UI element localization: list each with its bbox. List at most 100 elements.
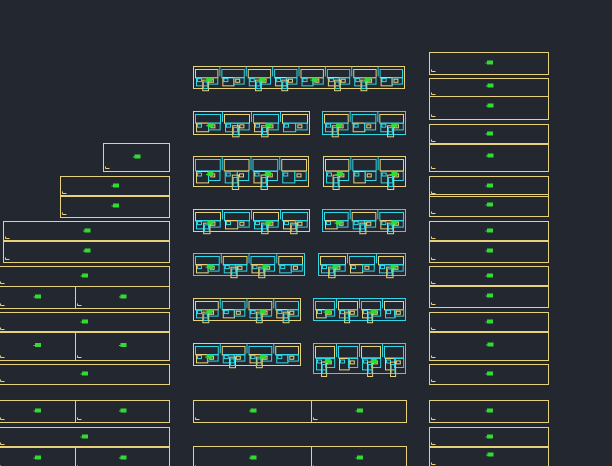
label-marker-icon <box>363 77 371 82</box>
fixture <box>381 78 387 83</box>
fixture <box>239 124 245 129</box>
room-outline <box>233 77 245 85</box>
room-outline <box>281 159 307 172</box>
fixture <box>280 265 286 270</box>
label-marker-icon <box>355 408 363 413</box>
label-marker-icon <box>369 309 377 314</box>
label-marker-icon <box>205 264 213 269</box>
fixture <box>289 310 295 315</box>
label-marker-icon <box>133 154 141 159</box>
sheet-frame <box>193 400 407 423</box>
room-outline <box>295 122 308 131</box>
label-marker-icon <box>331 264 339 269</box>
cad-drawing-canvas[interactable] <box>0 0 612 466</box>
label-marker-icon <box>33 455 41 460</box>
room-outline <box>362 264 375 272</box>
label-marker-icon <box>389 220 398 225</box>
fixture <box>283 172 289 177</box>
fixture <box>381 172 387 177</box>
room-outline <box>195 256 220 266</box>
room-outline <box>275 346 299 356</box>
fixture <box>302 78 308 83</box>
room-outline <box>250 256 276 266</box>
room-outline <box>353 69 377 79</box>
label-marker-icon <box>205 309 213 314</box>
room-outline <box>364 122 377 131</box>
room-outline <box>325 159 350 172</box>
fixture <box>326 123 331 128</box>
label-marker-icon <box>119 455 127 460</box>
label-marker-icon <box>119 343 127 347</box>
fixture <box>292 265 298 270</box>
room-outline <box>361 301 381 311</box>
label-marker-icon <box>33 294 41 299</box>
label-marker-icon <box>119 294 127 299</box>
label-marker-icon <box>33 343 41 347</box>
fixture <box>327 172 332 177</box>
sheet-frame <box>0 400 170 423</box>
room-outline <box>324 114 349 124</box>
label-marker-icon <box>258 309 267 314</box>
fixture <box>197 123 202 128</box>
fixture <box>363 310 368 315</box>
fixture <box>395 360 401 365</box>
sheet-frame <box>0 446 170 466</box>
fixture <box>223 310 229 315</box>
room-outline <box>274 69 298 79</box>
label-marker-icon <box>119 408 127 413</box>
label-marker-icon <box>485 183 493 188</box>
label-marker-icon <box>310 77 318 82</box>
fixture <box>364 265 370 270</box>
fixture <box>226 123 231 128</box>
fixture <box>284 123 289 128</box>
room-outline <box>351 114 377 124</box>
fixture <box>340 310 345 315</box>
room-outline <box>326 69 351 79</box>
fixture <box>197 310 202 315</box>
room-outline <box>290 264 303 272</box>
room-outline <box>315 346 335 359</box>
room-outline <box>391 77 403 85</box>
fixture <box>322 265 327 270</box>
label-marker-icon <box>485 319 493 324</box>
label-marker-icon <box>485 293 493 298</box>
room-outline <box>287 354 299 362</box>
fixture <box>353 221 359 226</box>
label-marker-icon <box>264 220 272 225</box>
fixture <box>317 359 322 364</box>
label-marker-icon <box>486 103 494 108</box>
room-outline <box>282 114 308 124</box>
fixture <box>366 124 372 129</box>
fixture <box>225 172 231 177</box>
label-marker-icon <box>485 248 493 253</box>
fixture <box>197 355 202 360</box>
room-outline <box>378 256 404 266</box>
label-marker-icon <box>485 131 493 136</box>
fixture <box>349 360 355 365</box>
room-outline <box>275 301 299 311</box>
room-outline <box>195 301 219 311</box>
fixture <box>354 172 360 177</box>
label-marker-icon <box>485 371 493 376</box>
fixture <box>393 78 399 83</box>
sheet-frame <box>0 286 170 309</box>
room-outline <box>223 159 250 172</box>
label-marker-icon <box>334 220 342 225</box>
label-marker-icon <box>486 342 494 347</box>
fixture <box>366 173 372 178</box>
fixture <box>381 123 387 128</box>
fixture <box>197 172 202 177</box>
room-outline <box>195 212 221 222</box>
label-marker-icon <box>33 408 41 413</box>
fixture <box>250 310 256 315</box>
label-marker-icon <box>485 202 493 207</box>
fixture <box>386 359 391 364</box>
label-marker-icon <box>80 273 88 278</box>
room-outline <box>379 159 404 172</box>
room-outline <box>247 69 272 79</box>
fixture <box>277 355 283 360</box>
fixture <box>386 310 391 315</box>
room-outline <box>324 212 349 222</box>
room-outline <box>221 346 246 356</box>
fixture <box>197 78 202 83</box>
